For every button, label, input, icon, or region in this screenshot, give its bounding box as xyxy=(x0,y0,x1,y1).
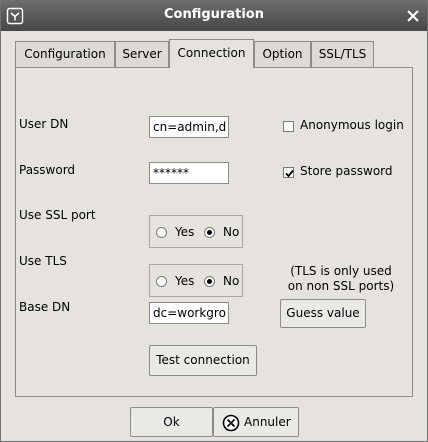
base-dn-input[interactable]: dc=workgro xyxy=(149,302,229,324)
password-input[interactable]: ****** xyxy=(149,162,229,184)
ssl-port-yes-label: Yes xyxy=(175,225,195,239)
test-connection-button[interactable]: Test connection xyxy=(149,345,257,376)
tab-server[interactable]: Server xyxy=(115,41,169,67)
guess-value-button[interactable]: Guess value xyxy=(280,299,366,328)
configuration-dialog: Configuration Configuration Server Conne… xyxy=(0,0,428,442)
base-dn-label: Base DN xyxy=(19,300,71,314)
ssl-port-yes-radio[interactable] xyxy=(156,227,167,238)
anonymous-login-checkbox[interactable] xyxy=(283,121,294,132)
ssl-port-no-label: No xyxy=(223,225,240,239)
user-dn-label: User DN xyxy=(19,117,69,131)
connection-panel: User DN cn=admin,d Anonymous login Passw… xyxy=(15,67,413,397)
use-tls-label: Use TLS xyxy=(19,254,67,268)
tls-radio-group: Yes No xyxy=(149,264,243,297)
tls-note-line-2: on non SSL ports) xyxy=(287,279,395,293)
tls-note: (TLS is only used on non SSL ports) xyxy=(280,264,402,294)
use-ssl-port-label: Use SSL port xyxy=(19,208,96,222)
tls-yes-label: Yes xyxy=(175,274,195,288)
password-label: Password xyxy=(19,163,76,177)
title-bar[interactable]: Configuration xyxy=(1,1,427,31)
ssl-port-no-radio[interactable] xyxy=(204,227,215,238)
cancel-icon xyxy=(222,414,240,432)
ok-button[interactable]: Ok xyxy=(130,407,213,437)
close-icon[interactable] xyxy=(405,8,421,24)
ssl-port-radio-group: Yes No xyxy=(149,215,243,248)
tab-connection[interactable]: Connection xyxy=(169,39,254,68)
tls-note-line-1: (TLS is only used xyxy=(290,264,392,278)
store-password-checkbox[interactable] xyxy=(283,167,294,178)
cancel-button[interactable]: Annuler xyxy=(213,407,299,437)
tls-yes-radio[interactable] xyxy=(156,276,167,287)
tab-ssl-tls[interactable]: SSL/TLS xyxy=(311,41,374,67)
anonymous-login-label: Anonymous login xyxy=(300,118,404,132)
store-password-label: Store password xyxy=(300,164,393,178)
cancel-button-label: Annuler xyxy=(244,415,291,429)
checkmark-icon xyxy=(285,169,294,178)
tab-option[interactable]: Option xyxy=(254,41,311,67)
tls-no-radio[interactable] xyxy=(204,276,215,287)
tls-no-label: No xyxy=(223,274,240,288)
window-title: Configuration xyxy=(164,7,264,22)
user-dn-input[interactable]: cn=admin,d xyxy=(149,116,229,138)
tab-configuration[interactable]: Configuration xyxy=(15,41,115,67)
